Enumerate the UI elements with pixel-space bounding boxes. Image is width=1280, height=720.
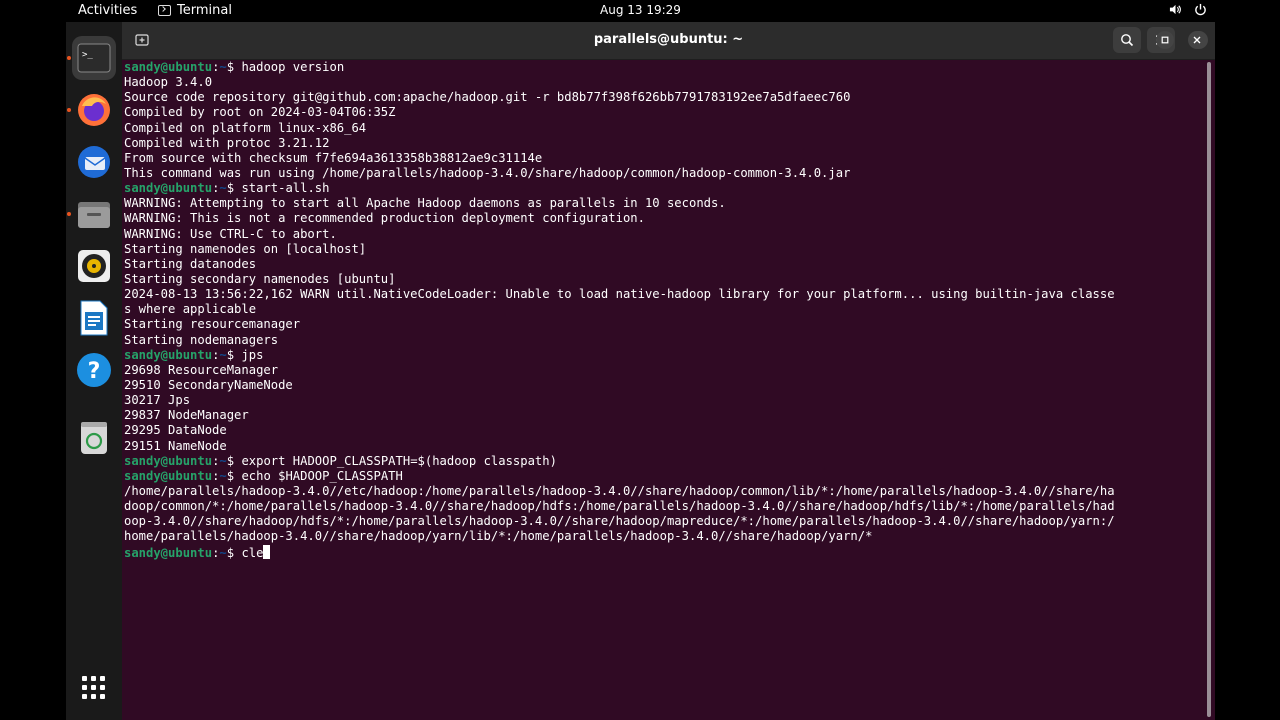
prompt-user: sandy@ubuntu	[124, 453, 213, 468]
output-line: 29151 NameNode	[124, 438, 227, 453]
top-bar: Activities Terminal Aug 13 19:29	[66, 0, 1215, 22]
rhythmbox-icon	[78, 250, 110, 282]
command-text: hadoop version	[241, 60, 345, 74]
output-line: WARNING: Use CTRL-C to abort.	[124, 226, 337, 241]
window-title: parallels@ubuntu: ~	[593, 32, 744, 47]
output-line: 29837 NodeManager	[124, 408, 249, 423]
terminal-scrollbar[interactable]	[1207, 62, 1211, 717]
dock-help[interactable]: ?	[72, 348, 116, 392]
output-line: /home/parallels/hadoop-3.4.0//etc/hadoop…	[124, 483, 1115, 498]
running-indicator	[67, 212, 71, 216]
terminal-window: parallels@ubuntu: ~ sandy@ubuntu:~$ hado…	[122, 22, 1215, 720]
prompt-user: sandy@ubuntu	[124, 347, 213, 362]
dock-trash[interactable]	[72, 416, 116, 460]
clock[interactable]: Aug 13 19:29	[66, 3, 1215, 17]
output-line: s where applicable	[124, 302, 257, 317]
dock-files[interactable]	[72, 192, 116, 236]
dock-rhythmbox[interactable]	[72, 244, 116, 288]
desktop-screen: Activities Terminal Aug 13 19:29 >_ ? pa…	[66, 0, 1215, 720]
text-cursor	[263, 544, 271, 559]
firefox-icon	[78, 94, 110, 126]
output-line: This command was run using /home/paralle…	[124, 165, 851, 180]
output-line: WARNING: Attempting to start all Apache …	[124, 196, 726, 211]
output-line: Hadoop 3.4.0	[124, 75, 213, 90]
output-line: Starting datanodes	[124, 256, 257, 271]
terminal-icon: >_	[77, 43, 111, 73]
close-button[interactable]	[1188, 31, 1206, 49]
prompt-line: sandy@ubuntu:~$ cle	[124, 544, 1202, 560]
prompt-symbol: $	[226, 468, 235, 483]
dock-firefox[interactable]	[72, 88, 116, 132]
output-line: Starting namenodes on [localhost]	[124, 241, 367, 256]
command-text: start-all.sh	[241, 181, 330, 196]
output-line: Source code repository git@github.com:ap…	[124, 90, 851, 105]
prompt-symbol: $	[226, 545, 235, 560]
terminal-output[interactable]: sandy@ubuntu:~$ hadoop version Hadoop 3.4…	[124, 60, 1202, 720]
maximize-icon	[1161, 36, 1169, 44]
output-line: home/parallels/hadoop-3.4.0//share/hadoo…	[124, 529, 873, 544]
close-icon	[1193, 36, 1201, 44]
dock: >_ ?	[66, 22, 122, 720]
command-text: echo $HADOOP_CLASSPATH	[241, 468, 403, 483]
output-line: Compiled on platform linux-x86_64	[124, 120, 367, 135]
thunderbird-icon	[78, 146, 110, 178]
svg-text:>_: >_	[82, 50, 93, 60]
prompt-line: sandy@ubuntu:~$ jps	[124, 348, 1202, 363]
prompt-user: sandy@ubuntu	[124, 545, 213, 560]
prompt-path: ~	[219, 453, 227, 468]
volume-icon	[1169, 4, 1181, 15]
prompt-symbol: $	[226, 347, 235, 362]
files-icon	[78, 202, 110, 228]
output-line: 2024-08-13 13:56:22,162 WARN util.Native…	[124, 287, 1115, 302]
prompt-user: sandy@ubuntu	[124, 181, 213, 196]
prompt-line: sandy@ubuntu:~$ start-all.sh	[124, 181, 1202, 196]
prompt-line: sandy@ubuntu:~$ export HADOOP_CLASSPATH=…	[124, 454, 1202, 469]
prompt-path: ~	[219, 181, 227, 196]
show-apps-icon	[82, 676, 105, 699]
dock-thunderbird[interactable]	[72, 140, 116, 184]
help-icon: ?	[77, 353, 111, 387]
prompt-path: ~	[219, 347, 227, 362]
dock-terminal[interactable]: >_	[72, 36, 116, 80]
output-line: Compiled by root on 2024-03-04T06:35Z	[124, 105, 396, 120]
dock-show-apps[interactable]	[72, 666, 116, 710]
running-indicator	[67, 56, 71, 60]
dock-writer[interactable]	[72, 296, 116, 340]
prompt-path: ~	[219, 545, 227, 560]
output-line: Starting secondary namenodes [ubuntu]	[124, 271, 396, 286]
output-line: WARNING: This is not a recommended produ…	[124, 211, 645, 226]
command-text: jps	[241, 347, 264, 362]
running-indicator	[67, 108, 71, 112]
prompt-line: sandy@ubuntu:~$ echo $HADOOP_CLASSPATH	[124, 469, 1202, 484]
prompt-user: sandy@ubuntu	[124, 468, 213, 483]
system-tray[interactable]	[1169, 3, 1207, 16]
window-header-bar: parallels@ubuntu: ~	[122, 22, 1215, 60]
prompt-symbol: $	[226, 453, 235, 468]
output-line: Compiled with protoc 3.21.12	[124, 135, 330, 150]
command-text: cle	[241, 545, 264, 560]
writer-icon	[80, 300, 108, 336]
prompt-line: sandy@ubuntu:~$ hadoop version	[124, 60, 1202, 75]
output-line: 29510 SecondaryNameNode	[124, 377, 293, 392]
power-icon	[1195, 3, 1206, 16]
trash-icon	[81, 422, 107, 454]
output-line: doop/common/*:/home/parallels/hadoop-3.4…	[124, 499, 1115, 514]
output-line: 29698 ResourceManager	[124, 362, 279, 377]
output-line: Starting nodemanagers	[124, 332, 279, 347]
maximize-button[interactable]	[1156, 31, 1174, 49]
prompt-symbol: $	[226, 181, 235, 196]
prompt-path: ~	[219, 468, 227, 483]
search-button[interactable]	[1113, 27, 1141, 53]
prompt-path: ~	[219, 60, 227, 74]
output-line: 30217 Jps	[124, 393, 191, 408]
output-line: 29295 DataNode	[124, 423, 227, 438]
output-line: oop-3.4.0//share/hadoop/hdfs/*:/home/par…	[124, 514, 1115, 529]
output-line: From source with checksum f7fe694a361335…	[124, 150, 543, 165]
output-line: Starting resourcemanager	[124, 317, 301, 332]
svg-text:?: ?	[88, 359, 101, 384]
prompt-symbol: $	[226, 60, 235, 74]
search-icon	[1121, 34, 1134, 47]
command-text: export HADOOP_CLASSPATH=$(hadoop classpa…	[241, 453, 557, 468]
prompt-user: sandy@ubuntu	[124, 60, 213, 74]
